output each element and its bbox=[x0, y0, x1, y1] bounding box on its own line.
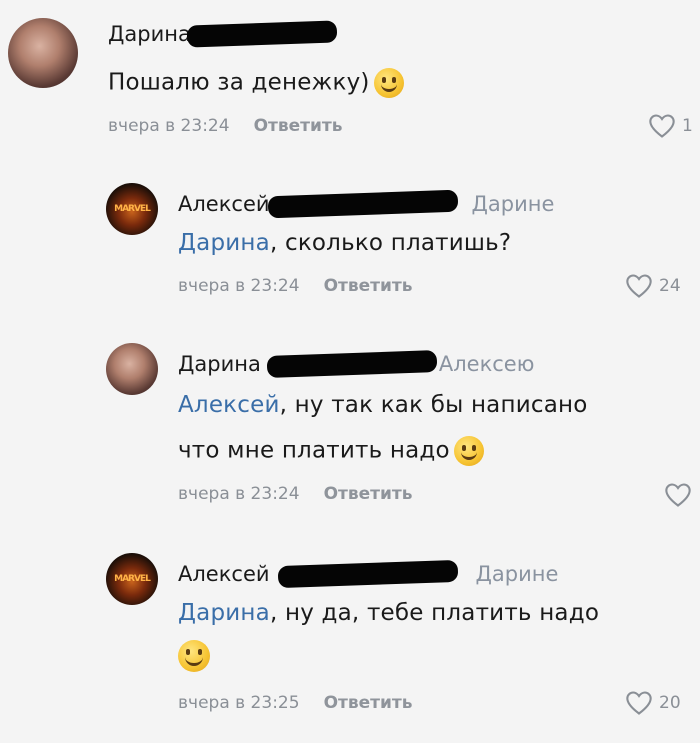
smiley-emoji-icon bbox=[373, 68, 404, 98]
timestamp: вчера в 23:24 bbox=[108, 116, 230, 136]
like-count: 24 bbox=[659, 276, 681, 296]
avatar[interactable]: MARVEL bbox=[106, 553, 158, 605]
grinning-emoji-icon bbox=[453, 436, 484, 466]
timestamp: вчера в 23:24 bbox=[178, 484, 300, 504]
heart-outline-icon bbox=[626, 691, 652, 715]
comment-header: Алексей Дарине bbox=[178, 559, 559, 589]
like-count: 1 bbox=[682, 116, 693, 136]
mention-link[interactable]: Дарина bbox=[178, 600, 270, 626]
smiley-emoji-icon bbox=[178, 640, 210, 672]
like-button[interactable]: 24 bbox=[625, 273, 681, 299]
like-button[interactable] bbox=[664, 482, 698, 508]
heart-outline-icon bbox=[665, 483, 691, 507]
timestamp: вчера в 23:25 bbox=[178, 693, 300, 713]
comment-text: Дарина, ну да, тебе платить надо bbox=[178, 600, 600, 626]
mention-link[interactable]: Алексей bbox=[178, 392, 280, 418]
comment-text: Алексей, ну так как бы написано bbox=[178, 392, 588, 418]
reply-to-name[interactable]: Дарине bbox=[476, 562, 559, 586]
author-name[interactable]: Дарина bbox=[178, 352, 261, 376]
reply-to-name[interactable]: Дарине bbox=[472, 192, 555, 216]
avatar[interactable] bbox=[8, 18, 78, 88]
author-name[interactable]: Алексей bbox=[178, 562, 270, 586]
reply-button[interactable]: Ответить bbox=[324, 484, 413, 504]
reply-button[interactable]: Ответить bbox=[324, 693, 413, 713]
like-button[interactable]: 20 bbox=[625, 690, 681, 716]
redaction-mark bbox=[186, 20, 338, 48]
like-count: 20 bbox=[659, 693, 681, 713]
comment-text: Дарина, сколько платишь? bbox=[178, 230, 512, 256]
author-name[interactable]: Дарина bbox=[108, 22, 191, 46]
comment-text: Пошалю за денежку) bbox=[108, 68, 404, 98]
redaction-mark bbox=[277, 559, 458, 589]
comment-meta: вчера в 23:25 Ответить bbox=[178, 693, 413, 713]
author-name[interactable]: Алексей bbox=[178, 192, 270, 216]
avatar[interactable] bbox=[106, 343, 158, 395]
comment-header: Дарина Алексею bbox=[178, 350, 535, 378]
comment-text-line-2: что мне платить надо bbox=[178, 436, 484, 466]
heart-outline-icon bbox=[626, 274, 652, 298]
reply-button[interactable]: Ответить bbox=[254, 116, 343, 136]
like-button[interactable]: 1 bbox=[648, 113, 693, 139]
avatar[interactable]: MARVEL bbox=[106, 183, 158, 235]
heart-outline-icon bbox=[649, 114, 675, 138]
comment-meta: вчера в 23:24 Ответить bbox=[178, 484, 413, 504]
comment-meta: вчера в 23:24 Ответить bbox=[178, 276, 413, 296]
comment-emoji-line bbox=[178, 640, 210, 672]
comment-header: Алексей Дарине bbox=[178, 189, 555, 219]
comment-meta: вчера в 23:24 Ответить bbox=[108, 116, 343, 136]
mention-link[interactable]: Дарина bbox=[178, 230, 270, 256]
redaction-mark bbox=[267, 189, 458, 219]
timestamp: вчера в 23:24 bbox=[178, 276, 300, 296]
redaction-mark bbox=[266, 350, 438, 378]
reply-to-name[interactable]: Алексею bbox=[439, 352, 535, 376]
comment-header: Дарина bbox=[108, 20, 338, 48]
reply-button[interactable]: Ответить bbox=[324, 276, 413, 296]
